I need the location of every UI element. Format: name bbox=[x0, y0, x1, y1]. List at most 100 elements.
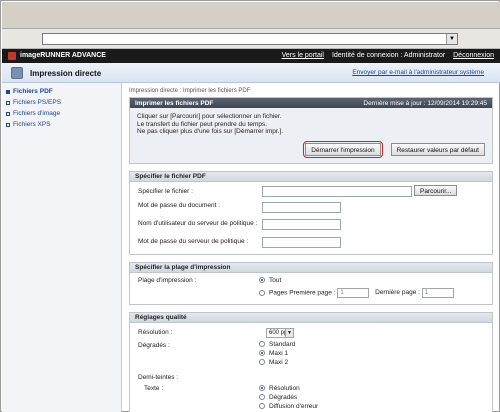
range-all-option[interactable]: Tout bbox=[259, 277, 281, 284]
first-page-field[interactable]: 1 bbox=[337, 287, 370, 298]
resolution-select[interactable]: 600 ppp ▼ bbox=[266, 327, 294, 338]
bullet-icon bbox=[6, 100, 10, 105]
halftone-label: Demi-teintes : bbox=[138, 373, 179, 381]
sidebar-item-ps-eps[interactable]: Fichiers PS/EPS bbox=[2, 97, 121, 108]
option-label: Maxi 2 bbox=[269, 358, 289, 366]
browser-window: ▼ imageRUNNER ADVANCE Vers le portail Id… bbox=[0, 0, 500, 412]
portal-link[interactable]: Vers le portail bbox=[282, 52, 324, 59]
print-panel-body: Cliquer sur [Parcourir] pour sélectionne… bbox=[130, 108, 492, 163]
login-info: Identité de connexion : Administrator bbox=[331, 52, 446, 59]
text-resolution-option[interactable]: Résolution bbox=[259, 385, 300, 392]
radio-icon bbox=[259, 402, 265, 409]
start-print-button[interactable]: Démarrer l'impression bbox=[305, 142, 381, 156]
range-row: Plage d'impression : Tout bbox=[138, 276, 486, 287]
range-label: Plage d'impression : bbox=[138, 276, 197, 284]
brand-name: imageRUNNER ADVANCE bbox=[20, 52, 106, 59]
breadcrumb: Impression directe : Imprimer les fichie… bbox=[129, 88, 251, 94]
sidebar-item-label: Fichiers PS/EPS bbox=[13, 99, 62, 106]
text-error-diffusion-option[interactable]: Diffusion d'erreur bbox=[259, 403, 318, 410]
halftone-row: Demi-teintes : bbox=[138, 372, 486, 384]
file-row: Spécifier le fichier : Parcourir... bbox=[138, 184, 486, 199]
info-line: Cliquer sur [Parcourir] pour sélectionne… bbox=[137, 113, 282, 120]
range-section: Spécifier la plage d'impression Plage d'… bbox=[129, 261, 493, 305]
quality-section-title: Réglages qualité bbox=[130, 312, 492, 323]
sidebar: Fichiers PDF Fichiers PS/EPS Fichiers d'… bbox=[2, 83, 122, 412]
browser-toolbar bbox=[2, 2, 500, 29]
page-header: Impression directe Envoyer par e-mail à … bbox=[2, 63, 500, 83]
policy-password-label: Mot de passe du serveur de politique : bbox=[138, 237, 249, 245]
last-update: Dernière mise à jour : 12/09/2014 19:29:… bbox=[363, 99, 487, 107]
sidebar-item-label: Fichiers d'image bbox=[13, 110, 61, 117]
printer-icon bbox=[11, 67, 23, 79]
mail-admin-link[interactable]: Envoyer par e-mail à l'administrateur sy… bbox=[352, 69, 484, 76]
sidebar-item-pdf[interactable]: Fichiers PDF bbox=[2, 86, 121, 97]
radio-icon bbox=[259, 349, 265, 356]
text-gradation-option[interactable]: Dégradés bbox=[259, 394, 297, 401]
bullet-icon bbox=[6, 89, 10, 94]
range-section-title: Spécifier la plage d'impression bbox=[130, 262, 492, 273]
policy-user-row: Nom d'utilisateur du serveur de politiqu… bbox=[138, 215, 486, 233]
quality-section: Réglages qualité Résolution : 600 ppp ▼ D… bbox=[129, 311, 493, 412]
doc-password-field[interactable] bbox=[262, 201, 341, 213]
option-label: Résolution bbox=[269, 384, 300, 392]
range-all-label: Tout bbox=[269, 276, 282, 284]
file-section: Spécifier le fichier PDF Spécifier le fi… bbox=[129, 170, 493, 255]
policy-password-field[interactable] bbox=[262, 236, 341, 248]
bullet-icon bbox=[6, 122, 10, 127]
brand-logo-icon bbox=[8, 52, 16, 60]
policy-user-label: Nom d'utilisateur du serveur de politiqu… bbox=[138, 219, 258, 227]
action-buttons: Démarrer l'impression Restaurer valeurs … bbox=[137, 136, 485, 158]
resolution-row: Résolution : 600 ppp ▼ bbox=[138, 326, 486, 340]
sidebar-item-image[interactable]: Fichiers d'image bbox=[2, 108, 121, 119]
range-pages-label: Pages bbox=[269, 289, 288, 297]
gradation-max1-option[interactable]: Maxi 1 bbox=[259, 350, 288, 357]
info-line: Ne pas cliquer plus d'une fois sur [Déma… bbox=[137, 128, 284, 135]
sidebar-item-xps[interactable]: Fichiers XPS bbox=[2, 119, 121, 130]
file-path-field[interactable] bbox=[262, 185, 412, 197]
print-panel: Imprimer les fichiers PDF Dernière mise … bbox=[129, 97, 493, 164]
sidebar-item-label: Fichiers PDF bbox=[13, 88, 53, 95]
last-page-field[interactable]: 1 bbox=[421, 287, 454, 298]
radio-icon bbox=[259, 340, 265, 347]
option-label: Standard bbox=[269, 340, 296, 348]
range-pages-row: Pages Première page : 1 Dernière page : … bbox=[138, 287, 486, 300]
header-links: Vers le portail Identité de connexion : … bbox=[276, 52, 494, 59]
print-panel-title: Imprimer les fichiers PDF bbox=[135, 99, 214, 107]
range-pages-option[interactable]: Pages Première page : 1 Dernière page : … bbox=[259, 287, 454, 298]
doc-password-row: Mot de passe du document : bbox=[138, 199, 486, 215]
policy-password-row: Mot de passe du serveur de politique : bbox=[138, 233, 486, 250]
file-label: Spécifier le fichier : bbox=[138, 187, 193, 195]
info-line: Le transfert du fichier peut prendre du … bbox=[137, 120, 268, 128]
resolution-label: Résolution : bbox=[138, 328, 173, 336]
gradation-standard-option[interactable]: Standard bbox=[259, 341, 295, 348]
gradation-max2-option[interactable]: Maxi 2 bbox=[259, 359, 288, 366]
radio-icon bbox=[259, 393, 265, 400]
start-highlight: Démarrer l'impression bbox=[303, 140, 383, 158]
reset-defaults-button[interactable]: Restaurer valeurs par défaut bbox=[390, 142, 485, 156]
last-page-label: Dernière page : bbox=[375, 289, 420, 297]
policy-user-field[interactable] bbox=[262, 218, 341, 230]
option-label: Maxi 1 bbox=[269, 349, 289, 357]
option-label: Diffusion d'erreur bbox=[269, 402, 319, 410]
page-title: Impression directe bbox=[30, 69, 102, 78]
bullet-icon bbox=[6, 111, 10, 116]
print-panel-header: Imprimer les fichiers PDF Dernière mise … bbox=[130, 98, 492, 108]
sidebar-item-label: Fichiers XPS bbox=[13, 121, 51, 128]
gradation-label: Dégradés : bbox=[138, 341, 170, 349]
address-bar: ▼ bbox=[2, 29, 500, 49]
file-section-title: Spécifier le fichier PDF bbox=[130, 171, 492, 182]
main-content: Impression directe : Imprimer les fichie… bbox=[129, 85, 493, 412]
first-page-label: Première page : bbox=[289, 289, 336, 297]
address-dropdown-icon[interactable]: ▼ bbox=[446, 34, 457, 44]
option-label: Dégradés bbox=[269, 393, 298, 401]
radio-icon bbox=[259, 358, 265, 365]
logout-link[interactable]: Déconnexion bbox=[453, 52, 494, 59]
doc-password-label: Mot de passe du document : bbox=[138, 201, 221, 209]
radio-icon bbox=[259, 289, 265, 296]
browse-button[interactable]: Parcourir... bbox=[414, 184, 458, 196]
text-label: Texte : bbox=[144, 384, 164, 392]
gradation-row: Dégradés : Standard Maxi 1 Maxi 2 bbox=[138, 340, 486, 372]
radio-icon bbox=[259, 384, 265, 391]
text-row: Texte : Résolution Dégradés Diffusion d'… bbox=[138, 384, 486, 412]
address-input[interactable]: ▼ bbox=[42, 33, 458, 45]
